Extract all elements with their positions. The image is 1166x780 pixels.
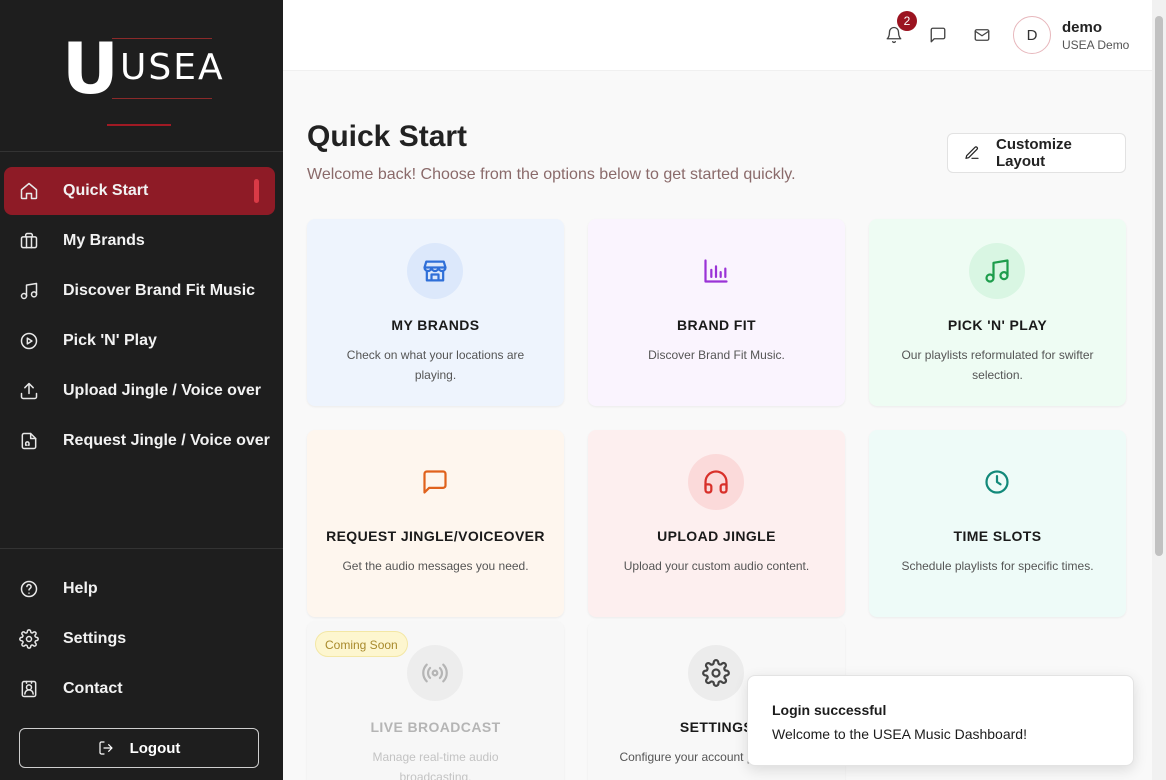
card-title: BRAND FIT xyxy=(676,317,757,333)
sidebar: U USEA Quick Start My Brands Discover Br… xyxy=(0,0,283,780)
sidebar-item-discover-music[interactable]: Discover Brand Fit Music xyxy=(4,267,275,315)
logout-icon xyxy=(98,741,113,755)
card-time-slots[interactable]: TIME SLOTS Schedule playlists for specif… xyxy=(869,430,1126,617)
sidebar-item-label: Discover Brand Fit Music xyxy=(63,282,256,299)
logout-button[interactable]: Logout xyxy=(19,728,259,768)
avatar[interactable]: D xyxy=(1013,16,1051,54)
logo-letter: U xyxy=(62,28,119,110)
bar-chart-icon xyxy=(688,243,744,299)
chat-icon xyxy=(930,27,946,43)
card-title: TIME SLOTS xyxy=(953,528,1042,544)
scrollbar-thumb[interactable] xyxy=(1155,16,1163,556)
toast-title: Login successful xyxy=(772,702,887,718)
user-org: USEA Demo xyxy=(1062,38,1130,52)
sidebar-item-label: Settings xyxy=(63,630,127,647)
card-description: Manage real-time audio broadcasting. xyxy=(372,750,499,780)
sidebar-item-label: Upload Jingle / Voice over xyxy=(63,382,261,399)
customize-layout-button[interactable]: Customize Layout xyxy=(947,133,1126,173)
top-header: 2 D demo USEA Demo xyxy=(283,0,1152,71)
card-title: LIVE BROADCAST xyxy=(370,719,501,735)
sidebar-item-request-jingle[interactable]: Request Jingle / Voice over xyxy=(4,417,275,465)
sidebar-item-label: Contact xyxy=(63,680,123,697)
card-description: Our playlists reformulated for swifter s… xyxy=(901,348,1094,382)
notification-badge: 2 xyxy=(897,11,917,31)
card-title: MY BRANDS xyxy=(391,317,480,333)
coming-soon-badge: Coming Soon xyxy=(315,631,408,657)
play-circle-icon xyxy=(19,331,39,351)
card-brand-fit[interactable]: BRAND FIT Discover Brand Fit Music. xyxy=(588,219,845,406)
messages-button[interactable] xyxy=(927,24,949,46)
music-note-icon xyxy=(969,243,1025,299)
sidebar-item-help[interactable]: Help xyxy=(4,565,275,613)
toast-message: Welcome to the USEA Music Dashboard! xyxy=(772,726,1027,742)
logo-underline xyxy=(107,124,171,126)
card-description: Schedule playlists for specific times. xyxy=(901,559,1094,573)
logo[interactable]: U USEA xyxy=(0,0,283,152)
sidebar-item-pick-n-play[interactable]: Pick 'N' Play xyxy=(4,317,275,365)
sidebar-item-label: Quick Start xyxy=(63,182,149,199)
sidebar-item-label: My Brands xyxy=(63,232,145,249)
sidebar-item-settings[interactable]: Settings xyxy=(4,615,275,663)
music-icon xyxy=(19,281,39,301)
sidebar-footer: Help Settings Contact xyxy=(0,548,283,715)
card-description: Discover Brand Fit Music. xyxy=(648,348,785,362)
logout-label: Logout xyxy=(129,739,181,757)
logo-divider xyxy=(112,98,212,99)
broadcast-icon xyxy=(407,645,463,701)
help-circle-icon xyxy=(19,579,39,599)
card-title: UPLOAD JINGLE xyxy=(657,528,776,544)
message-square-icon xyxy=(407,454,463,510)
card-request-jingle[interactable]: REQUEST JINGLE/VOICEOVER Get the audio m… xyxy=(307,430,564,617)
mail-button[interactable] xyxy=(971,24,993,46)
card-title: REQUEST JINGLE/VOICEOVER xyxy=(326,528,545,544)
card-title: PICK 'N' PLAY xyxy=(947,317,1048,333)
card-my-brands[interactable]: MY BRANDS Check on what your locations a… xyxy=(307,219,564,406)
card-description: Get the audio messages you need. xyxy=(342,559,529,573)
briefcase-icon xyxy=(19,231,39,251)
store-icon xyxy=(407,243,463,299)
card-upload-jingle[interactable]: UPLOAD JINGLE Upload your custom audio c… xyxy=(588,430,845,617)
sidebar-item-label: Request Jingle / Voice over xyxy=(63,432,270,449)
upload-icon xyxy=(19,381,39,401)
logo-divider xyxy=(112,38,212,39)
sidebar-item-quick-start[interactable]: Quick Start xyxy=(4,167,275,215)
active-indicator xyxy=(254,179,259,203)
sidebar-nav: Quick Start My Brands Discover Brand Fit… xyxy=(0,167,283,467)
card-description: Check on what your locations are playing… xyxy=(346,348,525,382)
sidebar-item-label: Pick 'N' Play xyxy=(63,332,157,349)
home-icon xyxy=(19,181,39,201)
page-subtitle: Welcome back! Choose from the options be… xyxy=(307,166,796,183)
sidebar-item-label: Help xyxy=(63,580,98,597)
clock-icon xyxy=(969,454,1025,510)
logo-text: USEA xyxy=(120,47,225,88)
mail-icon xyxy=(974,29,990,41)
user-name: demo xyxy=(1062,19,1103,36)
gear-icon xyxy=(19,629,39,649)
sidebar-item-my-brands[interactable]: My Brands xyxy=(4,217,275,265)
sidebar-item-contact[interactable]: Contact xyxy=(4,665,275,713)
toast-notification[interactable]: Login successful Welcome to the USEA Mus… xyxy=(747,675,1134,766)
page-title: Quick Start xyxy=(307,120,468,153)
card-description: Upload your custom audio content. xyxy=(623,559,810,573)
gear-icon xyxy=(688,645,744,701)
headphones-icon xyxy=(688,454,744,510)
file-audio-icon xyxy=(19,431,39,451)
pencil-icon xyxy=(965,146,979,159)
contact-icon xyxy=(19,679,39,699)
card-pick-n-play[interactable]: PICK 'N' PLAY Our playlists reformulated… xyxy=(869,219,1126,406)
customize-layout-label: Customize Layout xyxy=(995,136,1072,170)
sidebar-item-upload-jingle[interactable]: Upload Jingle / Voice over xyxy=(4,367,275,415)
